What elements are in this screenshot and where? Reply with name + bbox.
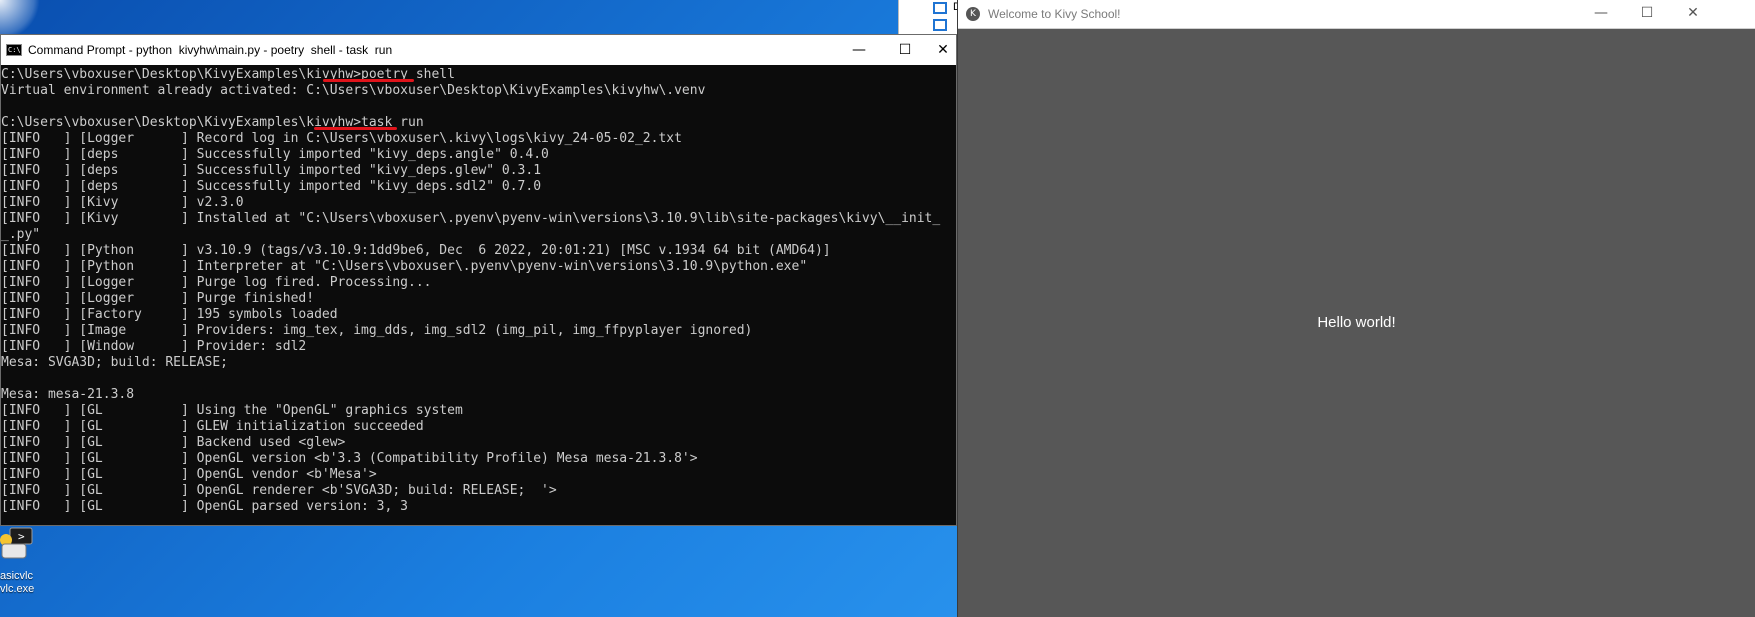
python-app-icon: >: [0, 527, 33, 559]
shortcut-label-line1: asicvlc: [0, 570, 34, 582]
console-line: [INFO ] [Logger ] Purge finished!: [1, 291, 315, 306]
console-line: [INFO ] [GL ] GLEW initialization succee…: [1, 419, 424, 434]
console-line: [INFO ] [GL ] OpenGL vendor <b'Mesa'>: [1, 467, 377, 482]
command-prompt-titlebar[interactable]: C:\ Command Prompt - python kivyhw\main.…: [1, 35, 956, 65]
hello-world-label: Hello world!: [1317, 314, 1396, 331]
console-line: [INFO ] [Kivy ] v2.3.0: [1, 195, 244, 210]
command-prompt-icon: C:\: [6, 44, 22, 56]
console-line: [INFO ] [Logger ] Purge log fired. Proce…: [1, 275, 432, 290]
folder-icon: [933, 19, 947, 31]
console-line: Mesa: SVGA3D; build: RELEASE;: [1, 355, 228, 370]
command-prompt-window[interactable]: C:\ Command Prompt - python kivyhw\main.…: [0, 34, 957, 526]
console-line: [INFO ] [GL ] OpenGL version <b'3.3 (Com…: [1, 451, 698, 466]
kivy-app-icon: K: [966, 7, 980, 21]
kivy-window-title: Welcome to Kivy School!: [988, 7, 1121, 21]
command-prompt-title: Command Prompt - python kivyhw\main.py -…: [28, 43, 393, 57]
console-line: [INFO ] [GL ] OpenGL parsed version: 3, …: [1, 499, 408, 514]
console-line: [INFO ] [Image ] Providers: img_tex, img…: [1, 323, 753, 338]
console-line: [INFO ] [Python ] v3.10.9 (tags/v3.10.9:…: [1, 243, 831, 258]
console-line: C:\Users\vboxuser\Desktop\KivyExamples\k…: [1, 67, 455, 82]
console-line: [INFO ] [deps ] Successfully imported "k…: [1, 147, 549, 162]
console-line: [INFO ] [Kivy ] Installed at "C:\Users\v…: [1, 211, 941, 226]
console-output[interactable]: C:\Users\vboxuser\Desktop\KivyExamples\k…: [1, 67, 956, 525]
close-button[interactable]: ✕: [1670, 0, 1716, 26]
folder-icon: [933, 2, 947, 14]
maximize-button[interactable]: ☐: [1624, 0, 1670, 26]
console-line: _.py": [1, 227, 41, 242]
kivy-app-window[interactable]: K Welcome to Kivy School! — ☐ ✕ Hello wo…: [957, 0, 1755, 617]
kivy-titlebar[interactable]: K Welcome to Kivy School! — ☐ ✕: [958, 0, 1755, 29]
console-line: C:\Users\vboxuser\Desktop\KivyExamples\k…: [1, 115, 424, 130]
desktop-shortcut-asicvlc[interactable]: > asicvlc vlc.exe: [0, 526, 48, 606]
close-button[interactable]: ✕: [928, 35, 958, 65]
console-line: Mesa: mesa-21.3.8: [1, 387, 135, 402]
console-line: [INFO ] [Python ] Interpreter at "C:\Use…: [1, 259, 808, 274]
console-line: [INFO ] [GL ] Backend used <glew>: [1, 435, 346, 450]
console-line: [INFO ] [GL ] OpenGL renderer <b'SVGA3D;…: [1, 483, 557, 498]
console-line: [INFO ] [Window ] Provider: sdl2: [1, 339, 307, 354]
console-line: [INFO ] [GL ] Using the "OpenGL" graphic…: [1, 403, 463, 418]
console-line: [INFO ] [Logger ] Record log in C:\Users…: [1, 131, 682, 146]
console-line: [INFO ] [deps ] Successfully imported "k…: [1, 163, 542, 178]
shortcut-label-line2: vlc.exe: [0, 583, 35, 595]
maximize-button[interactable]: ☐: [882, 35, 928, 65]
background-window-edge[interactable]: D: [898, 0, 961, 34]
minimize-button[interactable]: —: [836, 35, 882, 65]
minimize-button[interactable]: —: [1578, 0, 1624, 26]
svg-text:>: >: [18, 530, 25, 543]
red-underline-poetry-shell: [323, 79, 414, 82]
console-line: [INFO ] [Factory ] 195 symbols loaded: [1, 307, 338, 322]
console-line: Virtual environment already activated: C…: [1, 83, 706, 98]
red-underline-task-run: [314, 127, 397, 130]
console-line: [INFO ] [deps ] Successfully imported "k…: [1, 179, 542, 194]
